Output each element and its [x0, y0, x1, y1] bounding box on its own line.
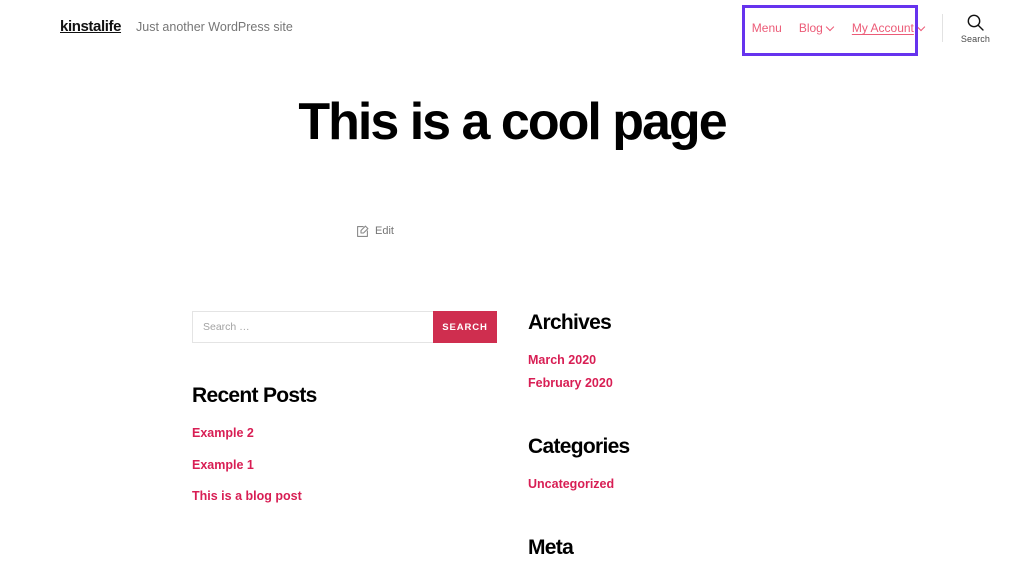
search-widget: SEARCH: [192, 311, 497, 344]
recent-posts-list: Example 2 Example 1 This is a blog post: [192, 424, 528, 506]
category-link[interactable]: Uncategorized: [528, 477, 614, 491]
widget-column-left: SEARCH Recent Posts Example 2 Example 1 …: [192, 311, 528, 576]
recent-post-link[interactable]: Example 1: [192, 458, 254, 472]
search-submit-button[interactable]: SEARCH: [433, 311, 497, 344]
archive-link[interactable]: March 2020: [528, 353, 596, 367]
categories-title: Categories: [528, 435, 630, 459]
categories-widget: Categories Uncategorized: [528, 435, 864, 494]
archive-link[interactable]: February 2020: [528, 376, 613, 390]
search-icon: [966, 13, 985, 32]
list-item: March 2020: [528, 351, 864, 370]
site-header: kinstalife Just another WordPress site M…: [0, 0, 1024, 56]
list-item: Example 1: [192, 456, 528, 475]
nav-item-menu-label: Menu: [751, 21, 782, 35]
meta-widget: Meta: [528, 536, 864, 560]
chevron-down-icon: [918, 23, 926, 31]
widget-area: SEARCH Recent Posts Example 2 Example 1 …: [0, 311, 1024, 576]
archives-widget: Archives March 2020 February 2020: [528, 311, 864, 392]
list-item: Uncategorized: [528, 475, 864, 494]
site-branding: kinstalife Just another WordPress site: [60, 19, 293, 34]
archives-title: Archives: [528, 311, 612, 335]
header-divider: [941, 14, 943, 42]
meta-title: Meta: [528, 535, 574, 559]
nav-item-blog[interactable]: Blog: [799, 22, 835, 34]
header-right: Menu Blog My Account Search: [752, 0, 990, 56]
widget-column-right: Archives March 2020 February 2020 Catego…: [528, 311, 864, 576]
search-input[interactable]: [192, 311, 433, 344]
edit-pencil-icon: [356, 225, 369, 238]
site-title[interactable]: kinstalife: [60, 19, 121, 34]
list-item: February 2020: [528, 374, 864, 393]
nav-item-my-account-label: My Account: [851, 21, 914, 35]
list-item: This is a blog post: [192, 487, 528, 506]
edit-page-link[interactable]: Edit: [356, 225, 394, 238]
edit-page-label: Edit: [375, 225, 394, 238]
chevron-down-icon: [827, 23, 835, 31]
page-title: This is a cool page: [298, 93, 727, 151]
page-header: This is a cool page: [0, 56, 1024, 151]
site-tagline: Just another WordPress site: [136, 20, 293, 34]
entry-footer: Edit: [0, 225, 1024, 243]
recent-posts-widget: Recent Posts Example 2 Example 1 This is…: [192, 384, 528, 506]
search-toggle-button[interactable]: Search: [961, 13, 990, 44]
primary-navigation: Menu Blog My Account: [752, 22, 926, 34]
list-item: Example 2: [192, 424, 528, 443]
categories-list: Uncategorized: [528, 475, 864, 494]
archives-list: March 2020 February 2020: [528, 351, 864, 392]
recent-posts-title: Recent Posts: [192, 384, 317, 408]
recent-post-link[interactable]: Example 2: [192, 426, 254, 440]
nav-item-menu[interactable]: Menu: [752, 22, 782, 34]
search-toggle-label: Search: [960, 33, 990, 44]
nav-item-blog-label: Blog: [798, 21, 823, 35]
recent-post-link[interactable]: This is a blog post: [192, 489, 302, 503]
nav-item-my-account[interactable]: My Account: [852, 22, 926, 34]
